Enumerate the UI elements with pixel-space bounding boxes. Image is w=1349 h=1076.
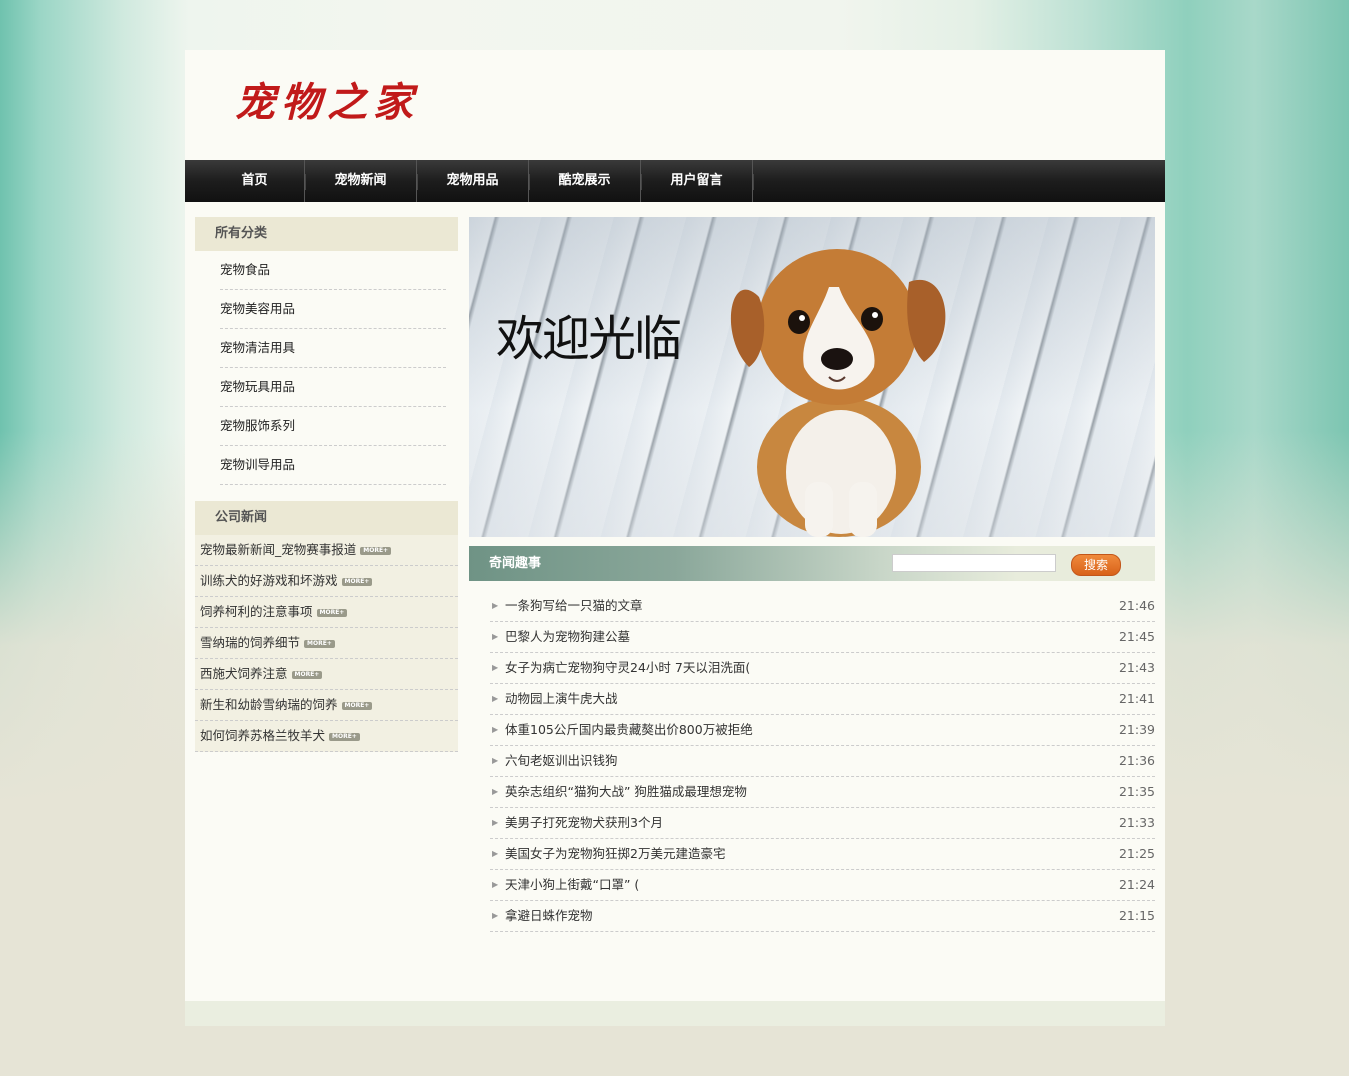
triangle-bullet-icon: ▶ — [492, 663, 499, 672]
news-item[interactable]: 如何饲养苏格兰牧羊犬 MORE+ — [195, 721, 458, 752]
article-time: 21:39 — [1118, 722, 1155, 737]
search-input[interactable] — [892, 554, 1056, 572]
article-time: 21:43 — [1118, 660, 1155, 675]
news-item-title[interactable]: 如何饲养苏格兰牧羊犬 — [200, 728, 325, 743]
company-news-list: 宠物最新新闻_宠物赛事报道 MORE+ 训练犬的好游戏和坏游戏 MORE+ 饲养柯利… — [195, 535, 458, 752]
more-badge[interactable]: MORE+ — [329, 732, 360, 741]
triangle-bullet-icon: ▶ — [492, 725, 499, 734]
article-item[interactable]: ▶ 天津小狗上街戴“口罩” ( 21:24 — [490, 870, 1155, 901]
article-title[interactable]: 英杂志组织“猫狗大战” 狗胜猫成最理想宠物 — [505, 784, 747, 799]
category-item[interactable]: 宠物玩具用品 — [220, 368, 446, 407]
stories-panel-title: 奇闻趣事 — [489, 556, 542, 571]
article-title[interactable]: 体重105公斤国内最贵藏獒出价800万被拒绝 — [505, 722, 753, 737]
news-item[interactable]: 训练犬的好游戏和坏游戏 MORE+ — [195, 566, 458, 597]
news-item-title[interactable]: 宠物最新新闻_宠物赛事报道 — [200, 542, 356, 557]
more-badge[interactable]: MORE+ — [291, 670, 323, 679]
article-title[interactable]: 巴黎人为宠物狗建公墓 — [505, 629, 630, 644]
article-time: 21:35 — [1118, 784, 1155, 799]
more-badge[interactable]: MORE+ — [304, 639, 335, 648]
news-item[interactable]: 新生和幼龄雪纳瑞的饲养 MORE+ — [195, 690, 458, 721]
news-item[interactable]: 雪纳瑞的饲养细节 MORE+ — [195, 628, 458, 659]
nav-item-guestbook[interactable]: 用户留言 — [641, 160, 754, 202]
news-item[interactable]: 西施犬饲养注意 MORE+ — [195, 659, 458, 690]
more-badge[interactable]: MORE+ — [360, 546, 392, 555]
article-item[interactable]: ▶ 拿避日蛛作宠物 21:15 — [490, 901, 1155, 932]
article-time: 21:41 — [1118, 691, 1155, 706]
article-time: 21:15 — [1118, 908, 1155, 923]
triangle-bullet-icon: ▶ — [492, 787, 499, 796]
news-item[interactable]: 宠物最新新闻_宠物赛事报道 MORE+ — [195, 535, 458, 566]
news-item-title[interactable]: 西施犬饲养注意 — [200, 666, 288, 681]
article-item[interactable]: ▶ 体重105公斤国内最贵藏獒出价800万被拒绝 21:39 — [490, 715, 1155, 746]
category-item[interactable]: 宠物训导用品 — [220, 446, 446, 485]
article-title[interactable]: 一条狗写给一只猫的文章 — [505, 598, 643, 613]
article-title[interactable]: 六旬老妪训出识钱狗 — [505, 753, 618, 768]
triangle-bullet-icon: ▶ — [492, 880, 499, 889]
company-news-box: 公司新闻 宠物最新新闻_宠物赛事报道 MORE+ 训练犬的好游戏和坏游戏 MORE+… — [195, 501, 458, 752]
stories-panel-header: 奇闻趣事 搜索 — [469, 546, 1155, 581]
triangle-bullet-icon: ▶ — [492, 694, 499, 703]
category-item[interactable]: 宠物服饰系列 — [220, 407, 446, 446]
article-title[interactable]: 拿避日蛛作宠物 — [505, 908, 593, 923]
article-item[interactable]: ▶ 动物园上演牛虎大战 21:41 — [490, 684, 1155, 715]
welcome-banner: 欢迎光临 — [469, 217, 1155, 537]
more-badge[interactable]: MORE+ — [341, 577, 373, 586]
nav-item-pet-news[interactable]: 宠物新闻 — [305, 160, 418, 202]
article-item[interactable]: ▶ 一条狗写给一只猫的文章 21:46 — [490, 591, 1155, 622]
article-time: 21:45 — [1118, 629, 1155, 644]
triangle-bullet-icon: ▶ — [492, 818, 499, 827]
article-item[interactable]: ▶ 美男子打死宠物犬获刑3个月 21:33 — [490, 808, 1155, 839]
news-item-title[interactable]: 训练犬的好游戏和坏游戏 — [200, 573, 338, 588]
banner-welcome-text: 欢迎光临 — [496, 311, 682, 367]
category-item[interactable]: 宠物美容用品 — [220, 290, 446, 329]
article-title[interactable]: 女子为病亡宠物狗守灵24小时 7天以泪洗面( — [505, 660, 750, 675]
article-title[interactable]: 美男子打死宠物犬获刑3个月 — [505, 815, 663, 830]
article-time: 21:24 — [1118, 877, 1155, 892]
nav-item-pet-showcase[interactable]: 酷宠展示 — [529, 160, 642, 202]
header: 宠物之家 — [185, 50, 1165, 160]
triangle-bullet-icon: ▶ — [492, 911, 499, 920]
article-title[interactable]: 天津小狗上街戴“口罩” ( — [505, 877, 639, 892]
article-item[interactable]: ▶ 巴黎人为宠物狗建公墓 21:45 — [490, 622, 1155, 653]
triangle-bullet-icon: ▶ — [492, 849, 499, 858]
nav-item-home[interactable]: 首页 — [205, 160, 306, 202]
categories-heading: 所有分类 — [195, 217, 458, 251]
article-time: 21:33 — [1118, 815, 1155, 830]
article-time: 21:36 — [1118, 753, 1155, 768]
triangle-bullet-icon: ▶ — [492, 632, 499, 641]
category-list: 宠物食品 宠物美容用品 宠物清洁用具 宠物玩具用品 宠物服饰系列 宠物训导用品 — [195, 251, 458, 495]
category-item[interactable]: 宠物清洁用具 — [220, 329, 446, 368]
article-title[interactable]: 动物园上演牛虎大战 — [505, 691, 618, 706]
search-button[interactable]: 搜索 — [1071, 554, 1121, 576]
news-item[interactable]: 饲养柯利的注意事项 MORE+ — [195, 597, 458, 628]
article-item[interactable]: ▶ 美国女子为宠物狗狂掷2万美元建造豪宅 21:25 — [490, 839, 1155, 870]
article-time: 21:25 — [1118, 846, 1155, 861]
company-news-heading: 公司新闻 — [195, 501, 458, 535]
news-item-title[interactable]: 饲养柯利的注意事项 — [200, 604, 313, 619]
main-nav: 首页 宠物新闻 宠物用品 酷宠展示 用户留言 — [185, 160, 1165, 202]
article-list: ▶ 一条狗写给一只猫的文章 21:46 ▶ 巴黎人为宠物狗建公墓 21:45 ▶ 女子为病… — [490, 591, 1155, 932]
article-item[interactable]: ▶ 英杂志组织“猫狗大战” 狗胜猫成最理想宠物 21:35 — [490, 777, 1155, 808]
news-item-title[interactable]: 新生和幼龄雪纳瑞的饲养 — [200, 697, 338, 712]
stories-panel: 奇闻趣事 搜索 ▶ 一条狗写给一只猫的文章 21:46 ▶ 巴黎人为宠物狗建公墓 21:… — [469, 546, 1155, 932]
nav-item-pet-supplies[interactable]: 宠物用品 — [417, 160, 530, 202]
triangle-bullet-icon: ▶ — [492, 756, 499, 765]
site-logo[interactable]: 宠物之家 — [235, 70, 419, 128]
article-time: 21:46 — [1118, 598, 1155, 613]
puppy-image — [730, 249, 946, 537]
page-container: 宠物之家 首页 宠物新闻 宠物用品 酷宠展示 用户留言 所有分类 宠物食品 宠物… — [185, 50, 1165, 1026]
category-item[interactable]: 宠物食品 — [220, 251, 446, 290]
sidebar: 所有分类 宠物食品 宠物美容用品 宠物清洁用具 宠物玩具用品 宠物服饰系列 宠物… — [195, 217, 458, 752]
news-item-title[interactable]: 雪纳瑞的饲养细节 — [200, 635, 300, 650]
triangle-bullet-icon: ▶ — [492, 601, 499, 610]
more-badge[interactable]: MORE+ — [341, 701, 373, 710]
article-item[interactable]: ▶ 女子为病亡宠物狗守灵24小时 7天以泪洗面( 21:43 — [490, 653, 1155, 684]
footer-bar — [185, 1001, 1165, 1026]
article-item[interactable]: ▶ 六旬老妪训出识钱狗 21:36 — [490, 746, 1155, 777]
article-title[interactable]: 美国女子为宠物狗狂掷2万美元建造豪宅 — [505, 846, 725, 861]
more-badge[interactable]: MORE+ — [316, 608, 348, 617]
